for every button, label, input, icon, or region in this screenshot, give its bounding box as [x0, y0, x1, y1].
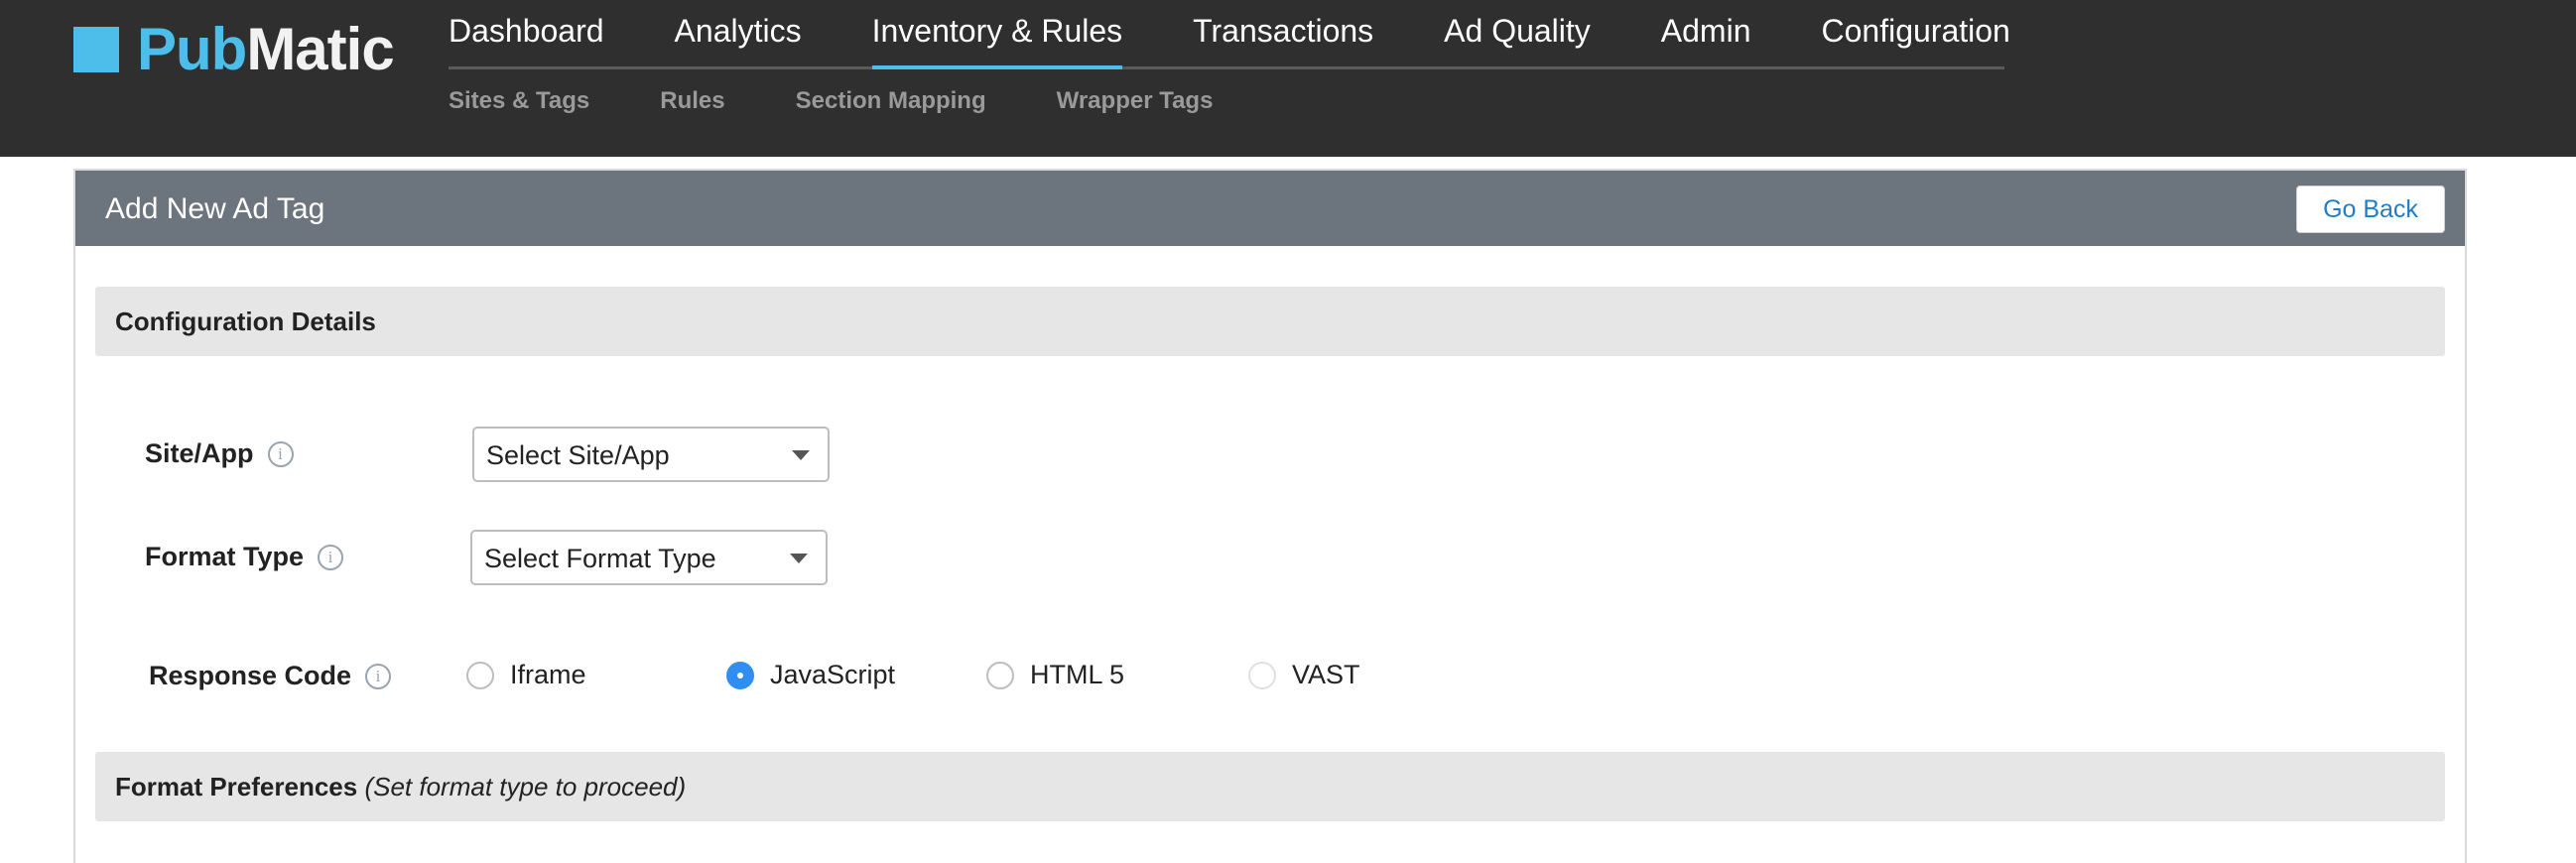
info-icon[interactable]: i	[318, 544, 344, 570]
format-type-select[interactable]: Select Format Type	[470, 530, 828, 585]
info-icon[interactable]: i	[365, 663, 392, 689]
radio-label-html5: HTML 5	[1030, 660, 1125, 689]
nav-admin[interactable]: Admin	[1661, 0, 1751, 66]
radio-javascript[interactable]: JavaScript	[726, 660, 895, 690]
info-icon[interactable]: i	[267, 440, 294, 467]
nav-dashboard[interactable]: Dashboard	[449, 0, 604, 66]
response-code-label-text: Response Code	[149, 661, 352, 690]
go-back-button[interactable]: Go Back	[2296, 185, 2445, 233]
nav-analytics[interactable]: Analytics	[675, 0, 802, 66]
logo-text-matic: Matic	[246, 16, 394, 82]
format-preferences-section: Format Preferences (Set format type to p…	[95, 752, 2445, 821]
nav-transactions[interactable]: Transactions	[1193, 0, 1373, 66]
site-app-label-text: Site/App	[145, 438, 254, 468]
logo-wordmark: PubMatic	[137, 20, 395, 79]
page-title: Add New Ad Tag	[105, 192, 325, 225]
subnav-wrapper-tags[interactable]: Wrapper Tags	[1057, 87, 1214, 115]
radio-circle[interactable]	[986, 661, 1014, 689]
site-app-select-value: Select Site/App	[486, 440, 670, 470]
nav-inventory-rules[interactable]: Inventory & Rules	[871, 0, 1122, 69]
add-ad-tag-panel: Add New Ad Tag Go Back Configuration Det…	[73, 169, 2467, 863]
format-type-label: Format Type i	[145, 542, 344, 572]
radio-circle-disabled[interactable]	[1248, 661, 1276, 689]
radio-iframe[interactable]: Iframe	[466, 660, 586, 690]
radio-vast[interactable]: VAST	[1248, 660, 1360, 690]
panel-header: Add New Ad Tag Go Back	[75, 171, 2465, 246]
chevron-down-icon	[790, 554, 808, 563]
response-code-label: Response Code i	[149, 661, 392, 691]
radio-html5[interactable]: HTML 5	[986, 660, 1124, 690]
format-type-select-value: Select Format Type	[484, 544, 716, 573]
configuration-details-title: Configuration Details	[115, 307, 376, 336]
nav-ad-quality[interactable]: Ad Quality	[1444, 0, 1591, 66]
radio-circle-selected[interactable]	[726, 661, 754, 689]
chevron-down-icon	[792, 450, 810, 460]
section-title: Configuration Details	[115, 307, 376, 337]
site-app-select[interactable]: Select Site/App	[472, 427, 830, 482]
site-app-label: Site/App i	[145, 438, 294, 469]
radio-circle[interactable]	[466, 661, 494, 689]
main-nav: Dashboard Analytics Inventory & Rules Tr…	[449, 0, 2010, 69]
pubmatic-logo[interactable]: PubMatic	[73, 20, 395, 79]
subnav-rules[interactable]: Rules	[660, 87, 724, 115]
top-navigation-bar: PubMatic Dashboard Analytics Inventory &…	[0, 0, 2576, 157]
nav-configuration[interactable]: Configuration	[1821, 0, 2009, 66]
section-title: Format Preferences (Set format type to p…	[115, 772, 686, 802]
subnav-sites-tags[interactable]: Sites & Tags	[449, 87, 589, 115]
radio-label-javascript: JavaScript	[770, 660, 896, 689]
subnav-section-mapping[interactable]: Section Mapping	[796, 87, 986, 115]
logo-square-icon	[73, 27, 119, 72]
radio-label-vast: VAST	[1292, 660, 1360, 689]
sub-nav: Sites & Tags Rules Section Mapping Wrapp…	[449, 87, 1213, 115]
radio-label-iframe: Iframe	[510, 660, 586, 689]
format-type-label-text: Format Type	[145, 542, 305, 571]
format-preferences-note: (Set format type to proceed)	[364, 772, 687, 801]
logo-text-pub: Pub	[137, 16, 247, 82]
configuration-details-section: Configuration Details	[95, 287, 2445, 356]
format-preferences-title: Format Preferences	[115, 772, 358, 801]
